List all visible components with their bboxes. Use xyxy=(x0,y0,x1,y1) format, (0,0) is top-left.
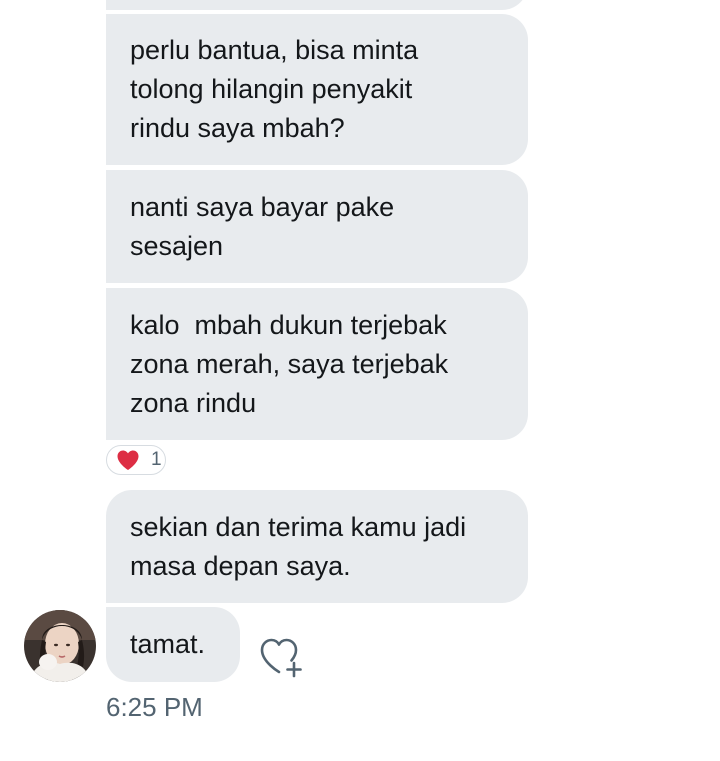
message-bubble[interactable]: kalo mbah dukun terjebak zona merah, say… xyxy=(106,288,528,440)
message-text: perlu bantua, bisa minta tolong hilangin… xyxy=(130,35,419,143)
reaction-count: 1 xyxy=(151,449,162,470)
message-bubble[interactable]: nanti saya bayar pake sesajen xyxy=(106,170,528,283)
message-timestamp: 6:25 PM xyxy=(106,692,203,722)
message-text: sekian dan terima kamu jadi masa depan s… xyxy=(130,511,467,581)
message-bubble[interactable]: sekian dan terima kamu jadi masa depan s… xyxy=(106,490,528,603)
message-bubble[interactable]: perlu bantua, bisa minta tolong hilangin… xyxy=(106,14,528,165)
message-bubble[interactable]: tamat. xyxy=(106,607,240,682)
message-text: kalo mbah dukun terjebak zona merah, say… xyxy=(130,309,449,418)
user-avatar[interactable] xyxy=(24,610,96,682)
message-bubble-partial[interactable] xyxy=(106,0,528,10)
message-text: nanti saya bayar pake sesajen xyxy=(130,191,395,261)
reaction-badge[interactable]: 1 xyxy=(106,445,166,475)
red-heart-icon xyxy=(115,449,141,471)
message-text: tamat. xyxy=(130,629,206,659)
heart-plus-icon[interactable] xyxy=(258,636,304,678)
